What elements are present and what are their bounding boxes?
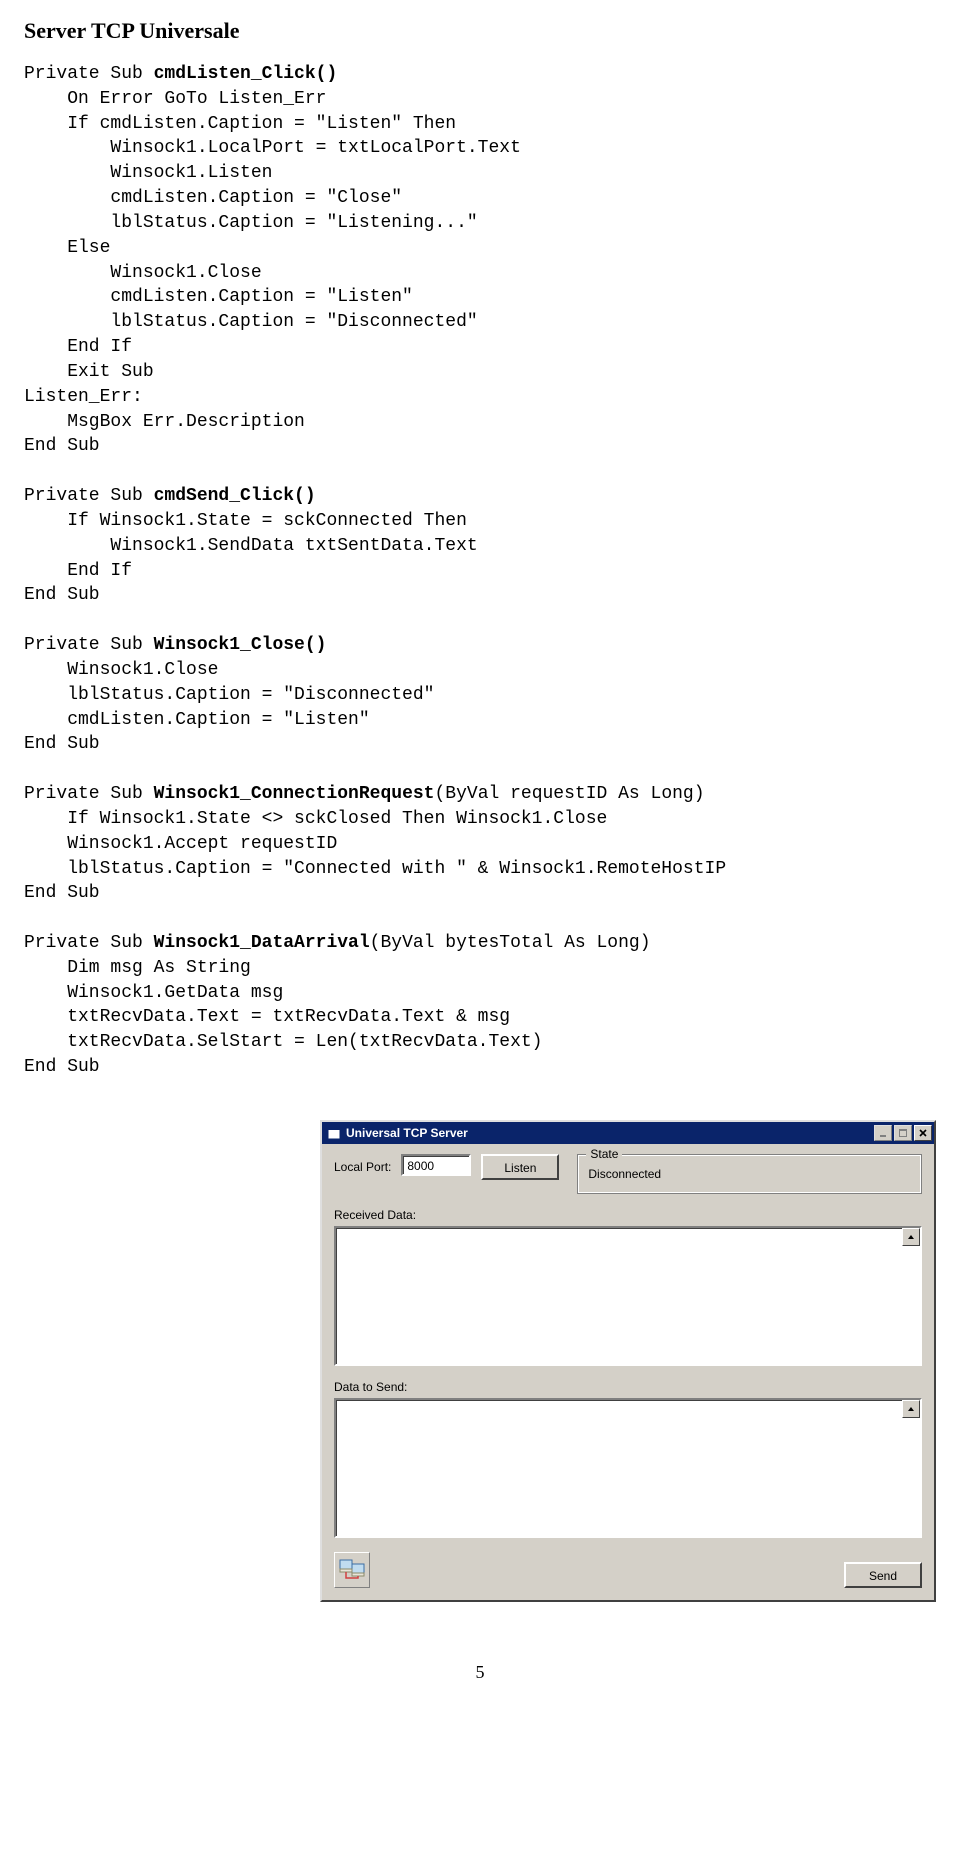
scroll-up-button-2[interactable] [902,1400,920,1418]
app-window: Universal TCP Server Local Port: 8000 Li… [320,1120,936,1602]
code-line: Exit Sub [24,360,936,385]
network-icon [334,1552,370,1588]
maximize-button[interactable] [894,1125,912,1141]
close-button[interactable] [914,1125,932,1141]
code-line [24,608,936,633]
code-line: Private Sub Winsock1_DataArrival(ByVal b… [24,931,936,956]
app-icon [326,1125,342,1141]
received-data-label: Received Data: [334,1208,922,1222]
listen-button[interactable]: Listen [481,1154,559,1180]
code-line: Private Sub cmdSend_Click() [24,484,936,509]
code-line: Else [24,236,936,261]
code-line: lblStatus.Caption = "Disconnected" [24,310,936,335]
local-port-label: Local Port: [334,1160,391,1174]
code-line: End Sub [24,434,936,459]
code-line [24,906,936,931]
section-title: Server TCP Universale [24,18,936,44]
code-line: Winsock1.LocalPort = txtLocalPort.Text [24,136,936,161]
code-line: lblStatus.Caption = "Connected with " & … [24,857,936,882]
code-line: cmdListen.Caption = "Listen" [24,708,936,733]
code-line: End Sub [24,881,936,906]
code-line: txtRecvData.Text = txtRecvData.Text & ms… [24,1005,936,1030]
code-line: Listen_Err: [24,385,936,410]
code-line: lblStatus.Caption = "Listening..." [24,211,936,236]
local-port-input[interactable]: 8000 [401,1154,471,1176]
page-number: 5 [24,1662,936,1683]
code-line: If Winsock1.State = sckConnected Then [24,509,936,534]
code-line: Private Sub Winsock1_Close() [24,633,936,658]
send-button[interactable]: Send [844,1562,922,1588]
code-line: Private Sub Winsock1_ConnectionRequest(B… [24,782,936,807]
code-line [24,459,936,484]
data-to-send-textarea[interactable] [334,1398,922,1538]
code-line: Dim msg As String [24,956,936,981]
received-data-textarea[interactable] [334,1226,922,1366]
code-line: Private Sub cmdListen_Click() [24,62,936,87]
code-line: Winsock1.Close [24,261,936,286]
code-line: End Sub [24,732,936,757]
code-line: End Sub [24,1055,936,1080]
code-line: Winsock1.SendData txtSentData.Text [24,534,936,559]
window-title: Universal TCP Server [346,1126,872,1140]
code-line: cmdListen.Caption = "Close" [24,186,936,211]
code-line: Winsock1.Accept requestID [24,832,936,857]
state-group-legend: State [586,1147,622,1161]
scroll-up-button[interactable] [902,1228,920,1246]
code-line [24,757,936,782]
code-line: Winsock1.Listen [24,161,936,186]
code-line: lblStatus.Caption = "Disconnected" [24,683,936,708]
code-line: Winsock1.GetData msg [24,981,936,1006]
code-line: On Error GoTo Listen_Err [24,87,936,112]
code-listing: Private Sub cmdListen_Click() On Error G… [24,62,936,1080]
code-line: End If [24,559,936,584]
state-value: Disconnected [588,1167,911,1181]
minimize-button[interactable] [874,1125,892,1141]
code-line: End If [24,335,936,360]
code-line: Winsock1.Close [24,658,936,683]
code-line: txtRecvData.SelStart = Len(txtRecvData.T… [24,1030,936,1055]
code-line: If cmdListen.Caption = "Listen" Then [24,112,936,137]
state-groupbox: State Disconnected [577,1154,922,1194]
code-line: cmdListen.Caption = "Listen" [24,285,936,310]
code-line: End Sub [24,583,936,608]
data-to-send-label: Data to Send: [334,1380,922,1394]
code-line: If Winsock1.State <> sckClosed Then Wins… [24,807,936,832]
code-line: MsgBox Err.Description [24,410,936,435]
titlebar: Universal TCP Server [322,1122,934,1144]
